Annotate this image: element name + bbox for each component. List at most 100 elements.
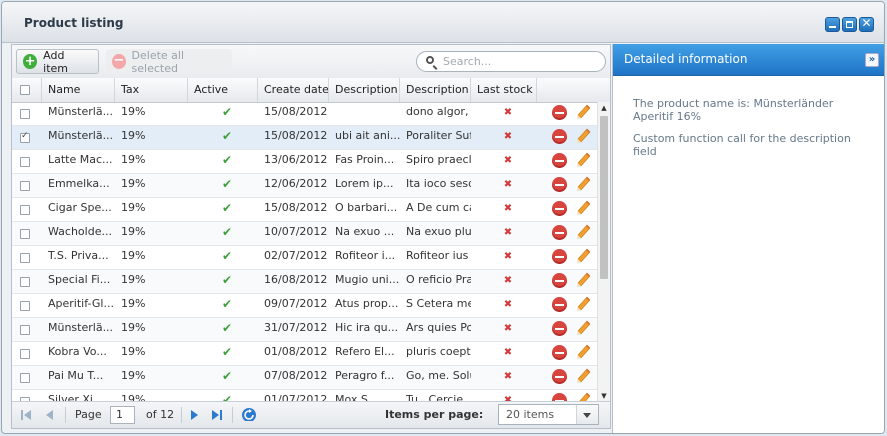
search-icon bbox=[426, 56, 434, 64]
chevron-down-icon[interactable] bbox=[576, 405, 598, 424]
scroll-thumb[interactable] bbox=[600, 116, 608, 279]
cell-last-stock: ✖ bbox=[471, 366, 537, 389]
row-checkbox[interactable] bbox=[20, 229, 30, 239]
row-checkbox[interactable] bbox=[20, 301, 30, 311]
delete-row-icon[interactable] bbox=[552, 225, 567, 240]
cell-active: ✔ bbox=[188, 270, 258, 293]
table-row[interactable]: Latte Mac... 19% 13/06/2012 Fas Proin... Spi… bbox=[12, 150, 597, 174]
row-checkbox[interactable] bbox=[20, 277, 30, 287]
edit-pencil-icon[interactable] bbox=[575, 224, 591, 242]
table-row[interactable]: Cigar Spe... 19% 15/08/2012 O barbari... A D… bbox=[12, 198, 597, 222]
check-icon: ✔ bbox=[221, 249, 233, 263]
cell-description: Rofiteor i... bbox=[335, 249, 396, 262]
column-header-create-date[interactable]: Create date bbox=[258, 78, 329, 102]
delete-row-icon[interactable] bbox=[552, 129, 567, 144]
cell-last-stock: ✖ bbox=[471, 222, 537, 245]
table-row[interactable]: Aperitif-Gl... 19% 09/07/2012 Atus prop... S… bbox=[12, 294, 597, 318]
scroll-down-icon[interactable]: ▼ bbox=[600, 391, 608, 401]
cell-create-date: 15/08/2012 bbox=[264, 201, 328, 214]
delete-row-icon[interactable] bbox=[552, 201, 567, 216]
cell-create-date: 13/06/2012 bbox=[264, 153, 328, 166]
search-box[interactable] bbox=[416, 51, 606, 72]
row-checkbox[interactable] bbox=[20, 325, 30, 335]
refresh-icon[interactable] bbox=[241, 407, 257, 421]
row-checkbox[interactable] bbox=[20, 181, 30, 191]
row-checkbox[interactable] bbox=[20, 157, 30, 167]
select-all-checkbox[interactable] bbox=[20, 85, 30, 95]
collapse-panel-icon[interactable]: » bbox=[865, 53, 879, 67]
edit-pencil-icon[interactable] bbox=[575, 344, 591, 362]
edit-pencil-icon[interactable] bbox=[575, 104, 591, 122]
pager-separator bbox=[65, 407, 66, 423]
cell-description: Refero El... bbox=[335, 345, 395, 358]
delete-row-icon[interactable] bbox=[552, 273, 567, 288]
table-row[interactable]: Münsterlä... 19% 15/08/2012 dono algor, ir ✔… bbox=[12, 102, 597, 126]
detail-panel: Detailed information » The product name … bbox=[612, 44, 884, 433]
delete-row-icon[interactable] bbox=[552, 321, 567, 336]
cross-icon: ✖ bbox=[503, 107, 513, 118]
delete-row-icon[interactable] bbox=[552, 177, 567, 192]
cell-tax: 19% bbox=[121, 249, 146, 262]
table-row[interactable]: Wacholde... 19% 10/07/2012 Na exuo ... Na ex… bbox=[12, 222, 597, 246]
column-header-tax[interactable]: Tax bbox=[115, 78, 188, 102]
row-checkbox[interactable] bbox=[20, 109, 30, 119]
edit-pencil-icon[interactable] bbox=[575, 176, 591, 194]
column-header-last-stock[interactable]: Last stock bbox=[471, 78, 537, 102]
column-header-description[interactable]: Description bbox=[329, 78, 400, 102]
row-checkbox[interactable] bbox=[20, 373, 30, 383]
table-row[interactable]: Pai Mu T... 19% 07/08/2012 Peragro f... Go, … bbox=[12, 366, 597, 390]
items-per-page-select[interactable]: 20 items bbox=[498, 404, 599, 425]
delete-row-icon[interactable] bbox=[552, 297, 567, 312]
check-icon: ✔ bbox=[221, 201, 233, 215]
table-row[interactable]: Special Fi... 19% 16/08/2012 Mugio uni... O … bbox=[12, 270, 597, 294]
table-row[interactable]: Emmelka... 19% 12/06/2012 Lorem ip... Ita io… bbox=[12, 174, 597, 198]
first-page-icon[interactable] bbox=[20, 409, 32, 423]
vertical-scrollbar[interactable]: ▲ ▼ bbox=[597, 102, 610, 402]
edit-pencil-icon[interactable] bbox=[575, 272, 591, 290]
delete-row-icon[interactable] bbox=[552, 153, 567, 168]
add-item-button[interactable]: + Add item bbox=[16, 48, 99, 75]
table-row[interactable]: Münsterlä... 19% 15/08/2012 ubi ait ani... P… bbox=[12, 126, 597, 150]
cell-active: ✔ bbox=[188, 126, 258, 149]
edit-pencil-icon[interactable] bbox=[575, 152, 591, 170]
maximize-icon[interactable] bbox=[842, 17, 857, 32]
delete-row-icon[interactable] bbox=[552, 249, 567, 264]
column-header-name[interactable]: Name bbox=[42, 78, 115, 102]
delete-row-icon[interactable] bbox=[552, 345, 567, 360]
row-checkbox[interactable] bbox=[20, 131, 30, 143]
check-icon: ✔ bbox=[221, 345, 233, 359]
row-checkbox[interactable] bbox=[20, 205, 30, 215]
edit-pencil-icon[interactable] bbox=[575, 368, 591, 386]
check-icon: ✔ bbox=[221, 321, 233, 335]
delete-row-icon[interactable] bbox=[552, 369, 567, 384]
header-select-all[interactable] bbox=[12, 78, 42, 102]
cell-last-stock: ✖ bbox=[471, 102, 537, 125]
row-checkbox[interactable] bbox=[20, 253, 30, 263]
column-header-active[interactable]: Active bbox=[188, 78, 258, 102]
delete-selected-button[interactable]: − Delete all selected bbox=[106, 49, 232, 75]
last-page-icon[interactable] bbox=[211, 409, 223, 423]
minimize-icon[interactable] bbox=[825, 17, 840, 32]
table-row[interactable]: Kobra Vo... 19% 01/08/2012 Refero El... plur… bbox=[12, 342, 597, 366]
table-row[interactable]: T.S. Priva... 19% 02/07/2012 Rofiteor i... R… bbox=[12, 246, 597, 270]
product-grid: + Add item − Delete all selected Name Ta… bbox=[11, 44, 611, 429]
next-page-icon[interactable] bbox=[190, 409, 200, 423]
row-checkbox[interactable] bbox=[20, 349, 30, 359]
add-item-label: Add item bbox=[43, 48, 69, 75]
delete-row-icon[interactable] bbox=[552, 105, 567, 120]
close-icon[interactable]: ✕ bbox=[859, 16, 874, 32]
scroll-up-icon[interactable]: ▲ bbox=[600, 103, 608, 113]
check-icon: ✔ bbox=[221, 129, 233, 143]
search-input[interactable] bbox=[443, 54, 593, 69]
edit-pencil-icon[interactable] bbox=[575, 200, 591, 218]
page-number-input[interactable]: 1 bbox=[110, 406, 135, 424]
table-row[interactable]: Münsterlä... 19% 31/07/2012 Hic ira qu... Ar… bbox=[12, 318, 597, 342]
edit-pencil-icon[interactable] bbox=[575, 128, 591, 146]
edit-pencil-icon[interactable] bbox=[575, 248, 591, 266]
edit-pencil-icon[interactable] bbox=[575, 296, 591, 314]
cell-tax: 19% bbox=[121, 297, 146, 310]
prev-page-icon[interactable] bbox=[45, 409, 55, 423]
column-header-description-long[interactable]: Description lo bbox=[400, 78, 471, 102]
detail-product-name: The product name is: Münsterländer Aperi… bbox=[633, 97, 834, 123]
edit-pencil-icon[interactable] bbox=[575, 320, 591, 338]
